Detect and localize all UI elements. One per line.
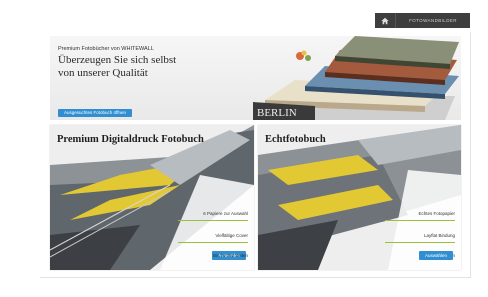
feature-divider bbox=[178, 220, 248, 221]
book-spine-text: BERLIN bbox=[257, 107, 297, 119]
hero-banner: Premium Fotobücher von WHITEWALL Überzeu… bbox=[50, 36, 461, 120]
card-title: Echtfotobuch bbox=[265, 134, 326, 145]
product-card-premium-digitaldruck[interactable]: Premium Digitaldruck Fotobuch 6 Papiere … bbox=[50, 125, 254, 270]
feature-pages: Bis zu 252 Seiten bbox=[212, 253, 248, 258]
nav-link-fotowandbilder[interactable]: FOTOWANDBILDER bbox=[396, 18, 470, 23]
feature-divider bbox=[385, 220, 455, 221]
select-echtfotobuch-button[interactable]: Auswählen bbox=[418, 251, 453, 260]
card-title: Premium Digitaldruck Fotobuch bbox=[57, 134, 204, 145]
feature-papers: 6 Papiere zur Auswahl bbox=[203, 211, 248, 216]
hero-headline-line-1: Überzeugen Sie sich selbst bbox=[58, 54, 177, 66]
top-navigation-bar: FOTOWANDBILDER bbox=[375, 13, 470, 28]
home-icon bbox=[381, 17, 389, 24]
book-stack-image: BERLIN bbox=[253, 36, 459, 120]
feature-divider bbox=[385, 242, 455, 243]
feature-photo-paper: Echtes Fotopapier bbox=[418, 211, 455, 216]
feature-covers: Vielfältige Cover bbox=[215, 233, 248, 238]
open-sample-book-button[interactable]: Ausgesuchtes Fotobuch öffnen bbox=[58, 109, 132, 117]
hero-headline-line-2: von unserer Qualität bbox=[58, 67, 148, 79]
layflat-photobook-image bbox=[258, 125, 461, 270]
hero-kicker: Premium Fotobücher von WHITEWALL bbox=[58, 46, 154, 52]
open-photobook-image bbox=[50, 125, 254, 270]
home-button[interactable] bbox=[375, 13, 396, 28]
feature-layflat: Layflat Bindung bbox=[423, 233, 455, 238]
feature-divider bbox=[178, 242, 248, 243]
product-card-echtfotobuch[interactable]: Echtfotobuch Echtes Fotopapier Layflat B… bbox=[258, 125, 461, 270]
hero-headline: Überzeugen Sie sich selbst von unserer Q… bbox=[58, 54, 218, 80]
